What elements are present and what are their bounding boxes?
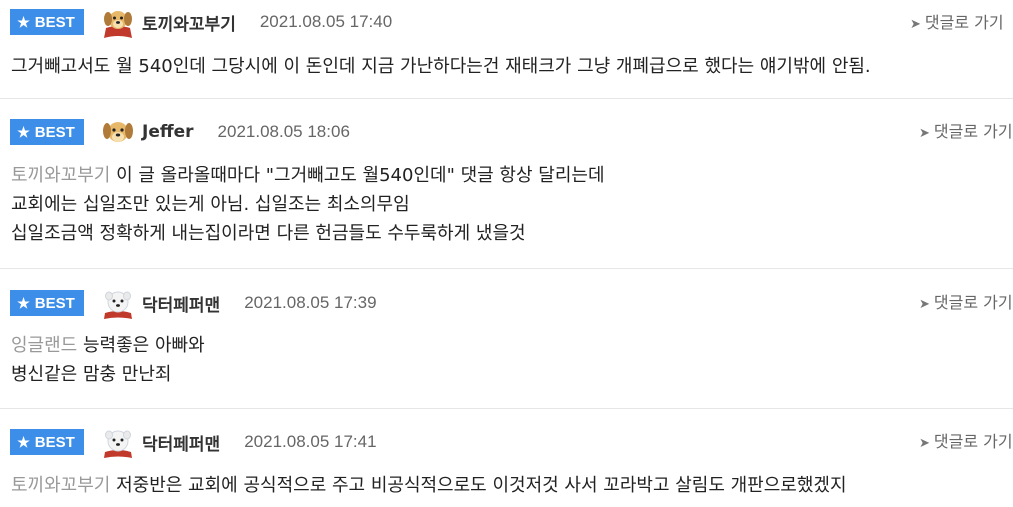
comment-line: 병신같은 맘충 만난죄 — [11, 360, 205, 389]
best-badge: ★ BEST — [10, 9, 84, 35]
comment-date: 2021.08.05 17:39 — [244, 293, 377, 312]
comment-item: ★ BEST 닥터페퍼맨 2021.08.05 17:39 ➤ 댓글로 가기 잉글랜… — [0, 269, 1013, 409]
comment-body: 토끼와꼬부기 이 글 올라올때마다 "그거빼고도 월540인데" 댓글 항상 달… — [11, 161, 605, 248]
comment-header: ★ BEST 토끼와꼬부기 2021.08.05 17:40 — [10, 9, 393, 38]
comment-body: 토끼와꼬부기 저중반은 교회에 공식적으로 주고 비공식적으로도 이것저것 사서… — [11, 471, 847, 500]
star-icon: ★ — [17, 13, 30, 30]
reply-link[interactable]: ➤ 댓글로 가기 — [910, 9, 1004, 33]
nickname[interactable]: 닥터페퍼맨 — [142, 430, 220, 455]
comment-date: 2021.08.05 17:41 — [244, 432, 377, 451]
best-label: BEST — [34, 123, 75, 141]
comment-text: 저중반은 교회에 공식적으로 주고 비공식적으로도 이것저것 사서 꼬라박고 살… — [116, 475, 847, 496]
reply-label: 댓글로 가기 — [924, 13, 1004, 32]
comment-date: 2021.08.05 18:06 — [217, 122, 350, 141]
send-arrow-icon: ➤ — [919, 126, 930, 141]
best-label: BEST — [34, 13, 75, 31]
nickname[interactable]: 닥터페퍼맨 — [142, 291, 220, 316]
comment-header: ★ BEST 닥터페퍼맨 2021.08.05 17:39 — [10, 290, 377, 319]
comment-list: ★ BEST 토끼와꼬부기 2021.08.05 17:40 ➤ 댓글로 가기 그거… — [0, 0, 1013, 507]
best-label: BEST — [34, 433, 75, 451]
comment-header: ★ BEST Jeffer 2021.08.05 18:06 — [10, 119, 350, 145]
nickname[interactable]: 토끼와꼬부기 — [142, 10, 236, 35]
comment-text: 교회에는 십일조만 있는게 아님. 십일조는 최소의무임 — [11, 194, 410, 215]
reply-label: 댓글로 가기 — [933, 432, 1013, 451]
white-puppy-icon — [104, 430, 132, 458]
comment-line: 그거빼고서도 월 540인데 그당시에 이 돈인데 지금 가난하다는건 재태크가… — [11, 52, 871, 81]
reply-link[interactable]: ➤ 댓글로 가기 — [919, 428, 1013, 452]
comment-item: ★ BEST Jeffer 2021.08.05 18:06 ➤ 댓글로 가기 토끼… — [0, 99, 1013, 269]
star-icon: ★ — [17, 294, 30, 311]
comment-text: 이 글 올라올때마다 "그거빼고도 월540인데" 댓글 항상 달리는데 — [116, 165, 605, 186]
comment-text: 능력좋은 아빠와 — [82, 335, 205, 356]
comment-text: 병신같은 맘충 만난죄 — [11, 364, 172, 385]
comment-line: 교회에는 십일조만 있는게 아님. 십일조는 최소의무임 — [11, 190, 605, 219]
comment-line: 잉글랜드 능력좋은 아빠와 — [11, 331, 205, 360]
puppy-icon — [103, 122, 133, 142]
send-arrow-icon: ➤ — [919, 436, 930, 451]
comment-line: 토끼와꼬부기 이 글 올라올때마다 "그거빼고도 월540인데" 댓글 항상 달… — [11, 161, 605, 190]
avatar[interactable] — [100, 285, 136, 321]
reply-link[interactable]: ➤ 댓글로 가기 — [919, 118, 1013, 142]
white-puppy-icon — [104, 291, 132, 319]
avatar[interactable] — [100, 114, 136, 150]
best-badge: ★ BEST — [10, 290, 84, 316]
best-badge: ★ BEST — [10, 119, 84, 145]
star-icon: ★ — [17, 433, 30, 450]
send-arrow-icon: ➤ — [910, 17, 921, 32]
reply-label: 댓글로 가기 — [933, 122, 1013, 141]
nickname[interactable]: Jeffer — [142, 122, 194, 142]
comment-item: ★ BEST 닥터페퍼맨 2021.08.05 17:41 ➤ 댓글로 가기 토끼와… — [0, 409, 1013, 507]
comment-body: 그거빼고서도 월 540인데 그당시에 이 돈인데 지금 가난하다는건 재태크가… — [11, 52, 871, 81]
mention[interactable]: 잉글랜드 — [11, 335, 77, 356]
mention[interactable]: 토끼와꼬부기 — [11, 475, 110, 496]
comment-header: ★ BEST 닥터페퍼맨 2021.08.05 17:41 — [10, 429, 377, 458]
comment-item: ★ BEST 토끼와꼬부기 2021.08.05 17:40 ➤ 댓글로 가기 그거… — [0, 0, 1013, 99]
best-label: BEST — [34, 294, 75, 312]
comment-text: 그거빼고서도 월 540인데 그당시에 이 돈인데 지금 가난하다는건 재태크가… — [11, 56, 871, 77]
reply-label: 댓글로 가기 — [933, 293, 1013, 312]
puppy-cape-icon — [104, 11, 132, 38]
best-badge: ★ BEST — [10, 429, 84, 455]
avatar[interactable] — [100, 424, 136, 460]
comment-body: 잉글랜드 능력좋은 아빠와 병신같은 맘충 만난죄 — [11, 331, 205, 389]
avatar[interactable] — [100, 4, 136, 40]
send-arrow-icon: ➤ — [919, 297, 930, 312]
star-icon: ★ — [17, 123, 30, 140]
comment-text: 십일조금액 정확하게 내는집이라면 다른 헌금들도 수두룩하게 냈을것 — [11, 223, 526, 244]
reply-link[interactable]: ➤ 댓글로 가기 — [919, 289, 1013, 313]
comment-line: 십일조금액 정확하게 내는집이라면 다른 헌금들도 수두룩하게 냈을것 — [11, 219, 605, 248]
comment-date: 2021.08.05 17:40 — [259, 12, 393, 31]
mention[interactable]: 토끼와꼬부기 — [11, 165, 110, 186]
comment-line: 토끼와꼬부기 저중반은 교회에 공식적으로 주고 비공식적으로도 이것저것 사서… — [11, 471, 847, 500]
